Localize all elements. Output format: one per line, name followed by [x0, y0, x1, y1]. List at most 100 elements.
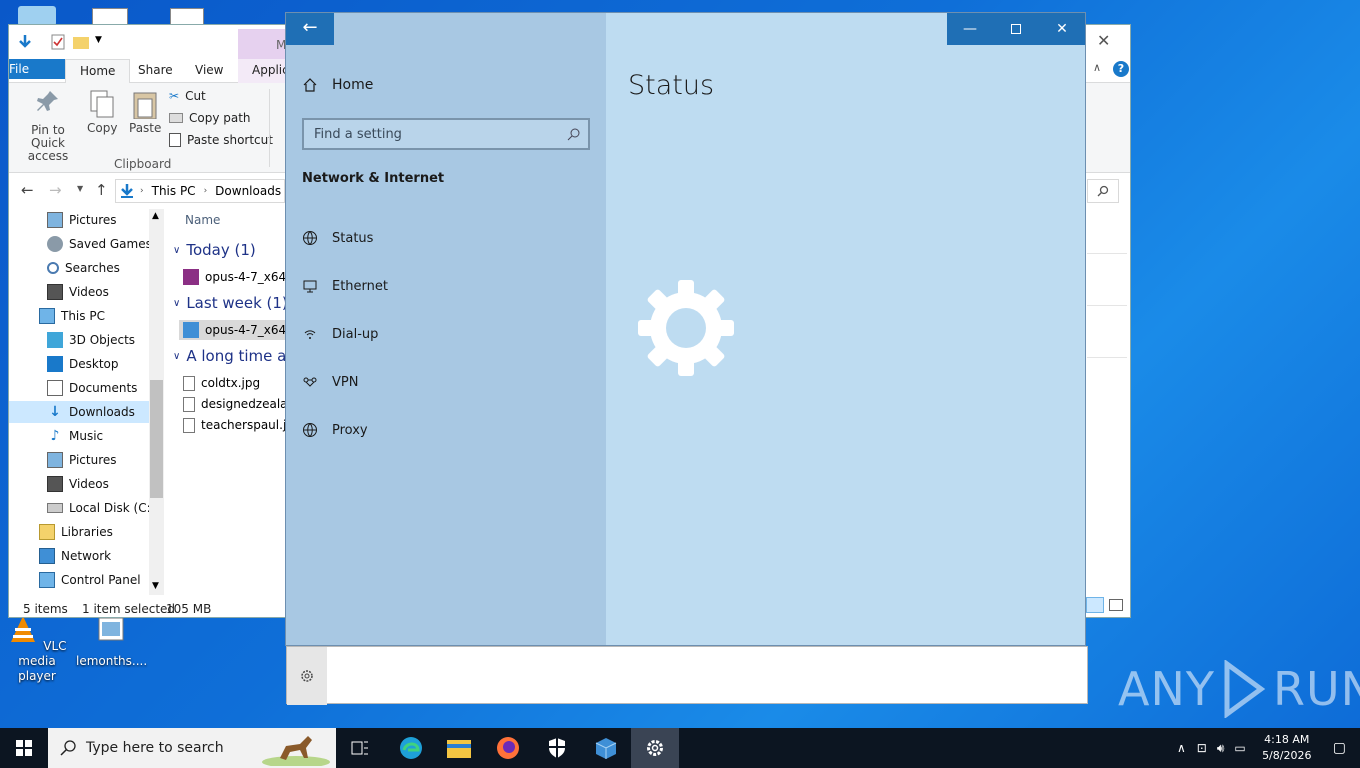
- details-view-icon[interactable]: [1086, 597, 1104, 613]
- search-box[interactable]: [1087, 179, 1119, 203]
- show-hidden-icons-icon[interactable]: ∧: [1171, 741, 1192, 755]
- qat-dropdown-icon[interactable]: ▼: [95, 35, 102, 45]
- breadcrumb-sep-icon: ›: [140, 186, 144, 196]
- paste-icon: [133, 92, 157, 120]
- nav-label: Pictures: [69, 453, 117, 467]
- copy-path-button[interactable]: Copy path: [169, 111, 251, 125]
- settings-nav-ethernet[interactable]: Ethernet: [302, 274, 388, 298]
- settings-nav-vpn[interactable]: VPN: [302, 370, 358, 394]
- desktop-icon-image[interactable]: lemonths....: [76, 614, 147, 669]
- scrollbar-thumb[interactable]: [150, 380, 163, 498]
- start-button[interactable]: [0, 728, 48, 768]
- back-button[interactable]: ←: [286, 13, 334, 45]
- tab-home[interactable]: Home: [65, 59, 131, 84]
- paste-shortcut-button[interactable]: Paste shortcut: [169, 133, 273, 147]
- pictures-icon: [47, 452, 63, 468]
- nav-item-3d-objects[interactable]: 3D Objects: [47, 329, 185, 351]
- address-bar[interactable]: › This PC › Downloads: [115, 179, 285, 203]
- column-header-name[interactable]: Name: [185, 213, 220, 227]
- gear-icon: [301, 670, 313, 682]
- nav-item-downloads[interactable]: ↓ Downloads: [9, 401, 149, 423]
- search-icon: [567, 128, 580, 141]
- close-button[interactable]: ✕: [1097, 31, 1110, 50]
- content-divider: [1087, 305, 1127, 306]
- file-item[interactable]: coldtx.jpg: [183, 373, 260, 393]
- breadcrumb-downloads[interactable]: Downloads: [215, 184, 281, 198]
- nav-item-pictures[interactable]: Pictures: [47, 209, 185, 231]
- taskbar-installer[interactable]: [582, 728, 630, 768]
- taskbar-security[interactable]: [533, 728, 581, 768]
- nav-item-pictures-2[interactable]: Pictures: [47, 449, 185, 471]
- forward-arrow-icon[interactable]: →: [49, 181, 62, 199]
- new-folder-icon[interactable]: [73, 35, 89, 49]
- cut-label: Cut: [185, 89, 206, 103]
- paste-shortcut-icon: [169, 133, 181, 147]
- nav-item-saved-games[interactable]: Saved Games: [47, 233, 185, 255]
- breadcrumb-this-pc[interactable]: This PC: [152, 184, 196, 198]
- nav-item-desktop[interactable]: Desktop: [47, 353, 185, 375]
- volume-icon[interactable]: 🔊︎: [1212, 741, 1230, 756]
- settings-gear-button[interactable]: [287, 647, 327, 705]
- copy-button[interactable]: Copy: [87, 89, 117, 135]
- settings-window[interactable]: ← Home Find a setting Network & Internet…: [285, 12, 1086, 646]
- paste-shortcut-label: Paste shortcut: [187, 133, 273, 147]
- settings-home-link[interactable]: Home: [302, 77, 373, 93]
- taskbar-search-box[interactable]: Type here to search: [48, 728, 336, 768]
- settings-nav-status[interactable]: Status: [302, 226, 373, 250]
- nav-item-videos-2[interactable]: Videos: [47, 473, 185, 495]
- taskbar-file-explorer[interactable]: [435, 728, 483, 768]
- windows-logo-icon: [16, 740, 32, 756]
- up-arrow-icon[interactable]: ↑: [95, 181, 108, 199]
- close-button[interactable]: ✕: [1039, 13, 1085, 45]
- cut-button[interactable]: ✂ Cut: [169, 89, 206, 103]
- nav-scrollbar[interactable]: ▲ ▼: [149, 209, 164, 595]
- group-header[interactable]: ∨ Last week (1): [173, 294, 288, 312]
- nav-item-documents[interactable]: Documents: [47, 377, 185, 399]
- nav-item-videos[interactable]: Videos: [47, 281, 185, 303]
- tab-share[interactable]: Share: [124, 59, 187, 83]
- group-header[interactable]: ∨ Today (1): [173, 241, 256, 259]
- scroll-up-icon[interactable]: ▲: [152, 211, 159, 221]
- taskbar-edge[interactable]: [387, 728, 435, 768]
- recent-dropdown-icon[interactable]: ▼: [77, 184, 83, 193]
- desktop-icon-top-1[interactable]: [18, 6, 56, 26]
- content-divider: [1087, 253, 1127, 254]
- help-icon[interactable]: ?: [1113, 61, 1129, 77]
- nav-item-music[interactable]: ♪ Music: [47, 425, 185, 447]
- properties-icon[interactable]: [51, 34, 65, 50]
- notifications-icon[interactable]: ▢: [1323, 740, 1360, 756]
- control-panel-icon: [39, 572, 55, 588]
- taskbar-settings[interactable]: [631, 728, 679, 768]
- meet-now-icon[interactable]: ⊡: [1192, 741, 1212, 755]
- file-item[interactable]: designedzealar: [183, 394, 292, 414]
- tab-file[interactable]: File: [9, 59, 65, 79]
- ribbon-collapse-icon[interactable]: ∧: [1093, 61, 1101, 74]
- group-header[interactable]: ∨ A long time ag: [173, 347, 293, 365]
- file-item[interactable]: teacherspaul.jp: [183, 415, 293, 435]
- settings-nav-dialup[interactable]: Dial-up: [302, 322, 378, 346]
- back-arrow-icon[interactable]: ←: [21, 181, 34, 199]
- nav-item-searches[interactable]: Searches: [47, 257, 185, 279]
- download-arrow-icon[interactable]: [17, 34, 33, 50]
- system-tray: ∧ ⊡ 🔊︎ ▭ 4:18 AM 5/8/2026 ▢: [1171, 728, 1360, 768]
- file-item[interactable]: opus-4-7_x64.7: [183, 267, 293, 287]
- find-setting-input[interactable]: Find a setting: [302, 118, 590, 150]
- file-item-selected[interactable]: opus-4-7_x64.e: [179, 320, 293, 340]
- taskbar-firefox[interactable]: [484, 728, 532, 768]
- tab-view[interactable]: View: [181, 59, 237, 83]
- pin-to-quick-access-button[interactable]: Pin to Quick access: [15, 89, 81, 163]
- task-view-button[interactable]: [336, 728, 384, 768]
- settings-nav-proxy[interactable]: Proxy: [302, 418, 368, 442]
- paste-button[interactable]: Paste: [129, 89, 161, 135]
- large-icons-view-icon[interactable]: [1109, 599, 1123, 611]
- task-view-icon: [351, 741, 368, 755]
- scroll-down-icon[interactable]: ▼: [152, 581, 159, 591]
- maximize-button[interactable]: [993, 13, 1039, 45]
- nav-label: Pictures: [69, 213, 117, 227]
- clock[interactable]: 4:18 AM 5/8/2026: [1251, 732, 1323, 764]
- network-icon[interactable]: ▭: [1229, 741, 1250, 755]
- desktop-icon-vlc[interactable]: VLC media player: [2, 614, 72, 684]
- nav-item-local-disk[interactable]: Local Disk (C:): [47, 497, 185, 519]
- minimize-button[interactable]: —: [947, 13, 993, 45]
- back-arrow-icon: ←: [302, 17, 318, 38]
